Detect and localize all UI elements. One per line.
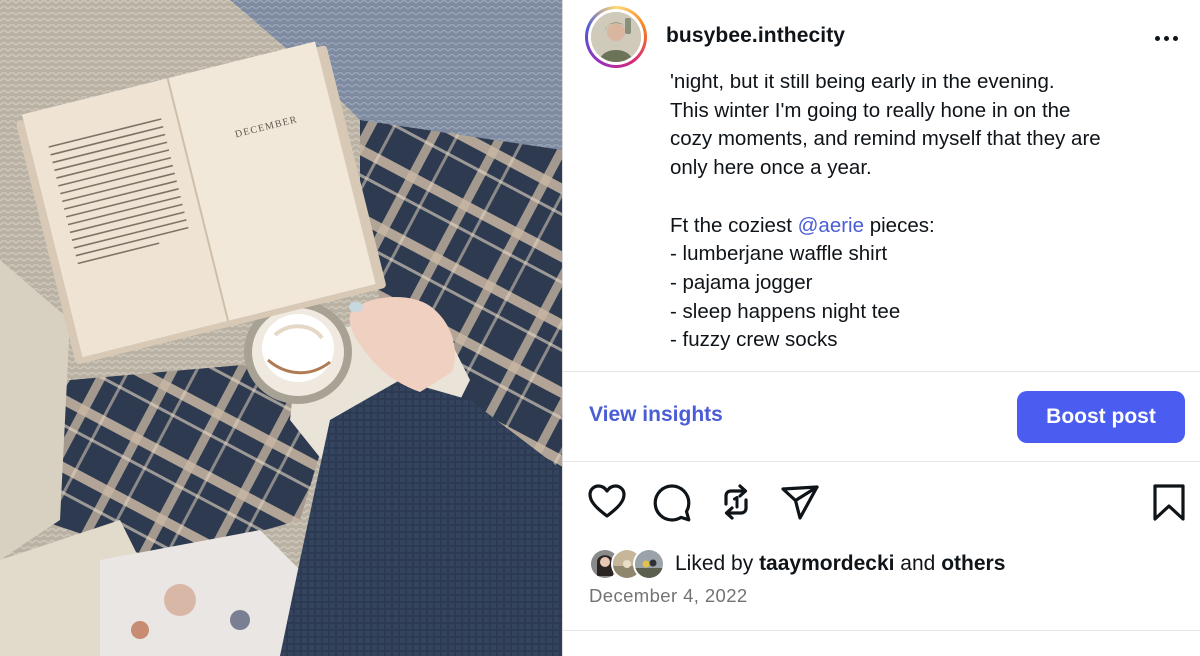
avatar-illustration	[591, 12, 641, 62]
caption-line: - lumberjane waffle shirt	[670, 242, 888, 266]
view-insights-link[interactable]: View insights	[589, 403, 723, 427]
boost-post-button[interactable]: Boost post	[1017, 391, 1185, 443]
caption-line: - pajama jogger	[670, 270, 813, 294]
caption-line: pieces:	[864, 213, 935, 237]
post-actions	[563, 480, 1200, 528]
post-details-panel: busybee.inthecity 'night, but it still b…	[562, 0, 1200, 656]
avatar-photo	[591, 12, 641, 62]
caption-scroll-area[interactable]: 'night, but it still being early in the …	[563, 74, 1200, 371]
bookmark-icon[interactable]	[1147, 480, 1191, 524]
author-username[interactable]: busybee.inthecity	[666, 24, 845, 48]
mention-link[interactable]: @aerie	[798, 214, 864, 237]
repost-icon[interactable]	[714, 480, 758, 524]
caption-line: cozy moments, and remind myself that the…	[670, 127, 1101, 151]
likes-text: Liked by taaymordecki and others	[675, 552, 1006, 575]
comment-icon[interactable]	[650, 480, 694, 524]
caption-line: - fuzzy crew socks	[670, 328, 838, 352]
post-header: busybee.inthecity	[563, 0, 1200, 74]
caption-line: Ft the coziest	[670, 213, 798, 237]
caption-line: only here once a year.	[670, 156, 872, 180]
author-avatar[interactable]	[585, 6, 647, 68]
insights-bar: View insights Boost post	[563, 371, 1200, 462]
post-image[interactable]: DECEMBER	[0, 0, 562, 656]
liker-avatars	[589, 547, 669, 581]
caption-line: This winter I'm going to really hone in …	[670, 98, 1071, 122]
heart-icon[interactable]	[585, 480, 629, 524]
others-likes-link[interactable]: others	[941, 552, 1005, 575]
more-horizontal-icon	[1154, 35, 1160, 41]
post-photo-illustration: DECEMBER	[0, 0, 562, 656]
more-options-button[interactable]	[1149, 26, 1183, 50]
send-icon[interactable]	[778, 480, 822, 524]
liker-avatar[interactable]	[633, 548, 665, 580]
caption-line: - sleep happens night tee	[670, 299, 901, 323]
liker-username-link[interactable]: taaymordecki	[759, 552, 894, 575]
likes-summary: Liked by taaymordecki and others	[589, 547, 1005, 581]
caption-line: 'night, but it still being early in the …	[670, 74, 1055, 93]
post-date[interactable]: December 4, 2022	[589, 585, 748, 607]
post-caption: 'night, but it still being early in the …	[670, 74, 1180, 355]
divider	[563, 630, 1200, 631]
